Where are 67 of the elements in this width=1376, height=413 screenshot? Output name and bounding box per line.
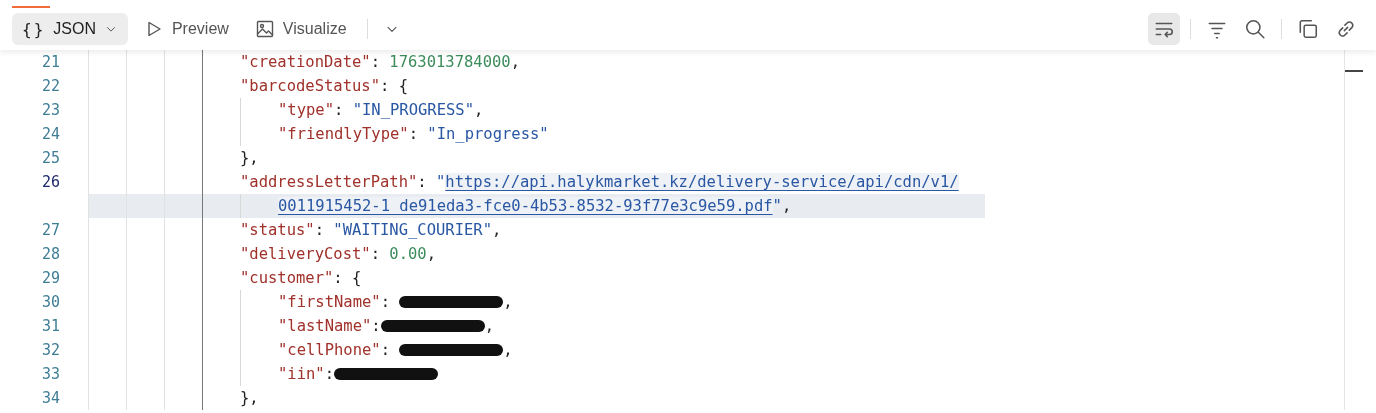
line-number: 28 bbox=[40, 245, 60, 263]
line-number: 23 bbox=[40, 101, 60, 119]
view-tab[interactable]: Preview bbox=[133, 13, 239, 45]
json-punctuation: : { bbox=[333, 269, 362, 287]
json-key: "barcodeStatus" bbox=[240, 77, 380, 95]
scrollbar[interactable] bbox=[1344, 50, 1363, 410]
json-key: "iin" bbox=[278, 365, 325, 383]
json-punctuation: , bbox=[503, 341, 513, 359]
json-key: "addressLetterPath" bbox=[240, 173, 418, 191]
json-punctuation: : bbox=[370, 53, 381, 71]
json-punctuation: }, bbox=[240, 389, 259, 407]
json-key: "type" bbox=[278, 101, 334, 119]
image-icon bbox=[254, 19, 275, 39]
json-punctuation: , bbox=[510, 53, 520, 71]
json-punctuation: , bbox=[474, 101, 484, 119]
json-string: " bbox=[772, 197, 782, 215]
json-punctuation: , bbox=[484, 317, 494, 335]
json-key: "deliveryCost" bbox=[240, 245, 371, 263]
json-punctuation: : bbox=[370, 245, 381, 263]
json-key: "creationDate" bbox=[240, 53, 371, 71]
line-number: 24 bbox=[40, 125, 60, 143]
view-tab[interactable]: {} JSON bbox=[12, 13, 128, 45]
url-link[interactable]: https://api.halykmarket.kz/delivery-service/api/cdn/v1/ bbox=[445, 173, 959, 191]
json-punctuation: , bbox=[503, 293, 513, 311]
line-number: 32 bbox=[40, 341, 60, 359]
json-punctuation: : bbox=[334, 101, 345, 119]
json-string: "WAITING_COURIER" bbox=[333, 221, 492, 239]
json-key: "customer" bbox=[240, 269, 334, 287]
line-number: 25 bbox=[40, 149, 60, 167]
link-icon bbox=[1335, 18, 1357, 40]
wrap-button[interactable] bbox=[1148, 13, 1180, 45]
json-string: "In_progress" bbox=[427, 125, 549, 143]
view-tab[interactable]: Visualize bbox=[244, 13, 357, 45]
copy-icon bbox=[1297, 18, 1319, 40]
json-punctuation: : { bbox=[380, 77, 408, 95]
tab-indicator bbox=[12, 6, 50, 8]
line-number: 26 bbox=[40, 173, 60, 191]
json-punctuation: , bbox=[426, 245, 436, 263]
json-key: "lastName" bbox=[278, 317, 372, 335]
json-key: "firstName" bbox=[278, 293, 381, 311]
line-number: 30 bbox=[40, 293, 60, 311]
line-number: 31 bbox=[40, 317, 60, 335]
json-number: 0.00 bbox=[389, 245, 427, 263]
search-icon bbox=[1244, 18, 1266, 40]
json-punctuation: : bbox=[408, 125, 419, 143]
line-number: 27 bbox=[40, 221, 60, 239]
json-string: " bbox=[436, 173, 446, 191]
line-number: 22 bbox=[40, 77, 60, 95]
json-punctuation: : bbox=[417, 173, 428, 191]
json-punctuation: : bbox=[380, 293, 391, 311]
line-number: 29 bbox=[40, 269, 60, 287]
json-key: "cellPhone" bbox=[278, 341, 381, 359]
url-link[interactable]: 0011915452-1_de91eda3-fce0-4b53-8532-93f77e3c9e59.pdf bbox=[278, 197, 773, 215]
line-number: 21 bbox=[40, 53, 60, 71]
line-number: 34 bbox=[40, 389, 60, 407]
json-key: "friendlyType" bbox=[278, 125, 409, 143]
json-punctuation: }, bbox=[240, 149, 259, 167]
json-punctuation: : bbox=[314, 221, 325, 239]
json-key: "status" bbox=[240, 221, 315, 239]
json-punctuation: : bbox=[324, 365, 334, 383]
json-string: "IN_PROGRESS" bbox=[352, 101, 474, 119]
json-punctuation: , bbox=[491, 221, 502, 239]
json-number: 1763013784000 bbox=[389, 53, 511, 71]
json-punctuation: : bbox=[371, 317, 381, 335]
json-punctuation: , bbox=[781, 197, 792, 215]
line-number: 33 bbox=[40, 365, 60, 383]
json-punctuation: : bbox=[380, 341, 391, 359]
